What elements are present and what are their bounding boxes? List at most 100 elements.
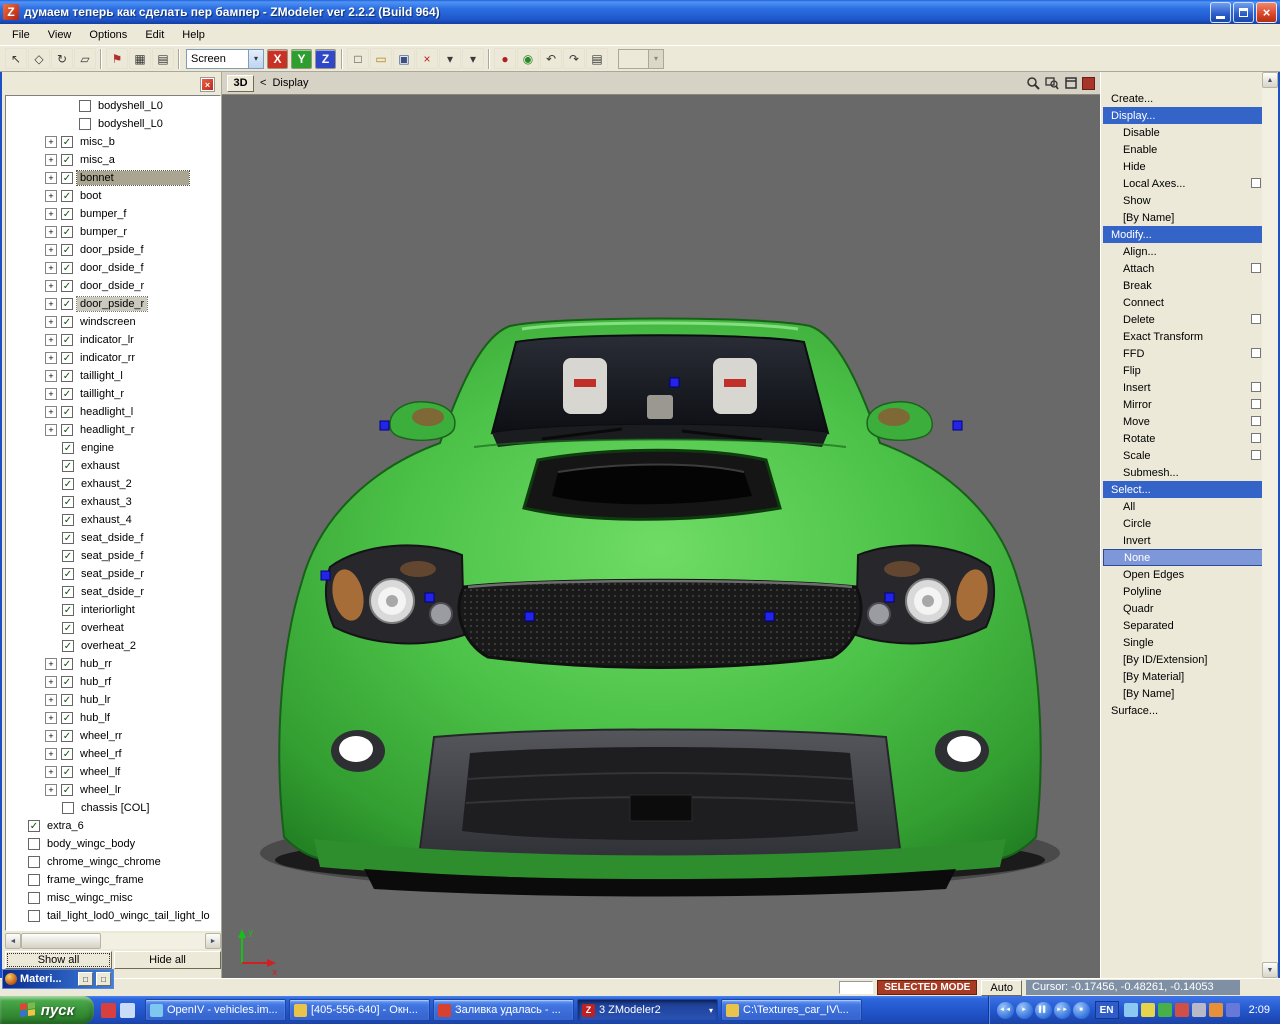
tree-item[interactable]: +✓indicator_lr <box>6 331 220 349</box>
axis-x-button[interactable]: X <box>267 49 288 69</box>
expand-toggle-icon[interactable]: + <box>45 298 57 310</box>
visibility-checkbox[interactable]: ✓ <box>61 154 73 166</box>
tree-item[interactable]: +✓indicator_rr <box>6 349 220 367</box>
visibility-checkbox[interactable]: ✓ <box>61 406 73 418</box>
visibility-checkbox[interactable]: ✓ <box>61 172 73 184</box>
play-icon[interactable]: ► <box>1016 1002 1033 1019</box>
command-checkbox[interactable] <box>1251 450 1261 460</box>
tree-item[interactable]: +✓windscreen <box>6 313 220 331</box>
material-editor-icon[interactable]: ● <box>494 48 516 69</box>
scroll-left-button[interactable]: ◄ <box>5 933 21 949</box>
prev-track-icon[interactable]: ◄◄ <box>997 1002 1014 1019</box>
import-dropdown-icon[interactable]: ▾ <box>439 48 461 69</box>
visibility-checkbox[interactable] <box>28 838 40 850</box>
axis-y-button[interactable]: Y <box>291 49 312 69</box>
vertex-marker[interactable] <box>380 421 389 430</box>
scroll-down-button[interactable]: ▼ <box>1262 962 1278 978</box>
scrollbar-track[interactable] <box>101 933 205 949</box>
tree-item[interactable]: ✓exhaust <box>6 457 220 475</box>
tree-item[interactable]: ✓overheat_2 <box>6 637 220 655</box>
tree-item[interactable]: +✓headlight_r <box>6 421 220 439</box>
panel-close-button[interactable]: × <box>201 78 214 91</box>
command-delete[interactable]: Delete <box>1103 311 1263 328</box>
vertex-marker[interactable] <box>525 612 534 621</box>
tree-item[interactable]: +✓hub_lf <box>6 709 220 727</box>
new-file-icon[interactable]: □ <box>347 48 369 69</box>
command-attach[interactable]: Attach <box>1103 260 1263 277</box>
tree-item[interactable]: +✓misc_a <box>6 151 220 169</box>
vertex-marker[interactable] <box>765 612 774 621</box>
command-align[interactable]: Align... <box>1103 243 1263 260</box>
tree-item[interactable]: ✓seat_dside_r <box>6 583 220 601</box>
layers-icon[interactable]: ▤ <box>152 48 174 69</box>
command-flip[interactable]: Flip <box>1103 362 1263 379</box>
visibility-checkbox[interactable]: ✓ <box>62 568 74 580</box>
expand-toggle-icon[interactable]: + <box>45 154 57 166</box>
tree-item[interactable]: +✓headlight_l <box>6 403 220 421</box>
expand-toggle-icon[interactable]: + <box>45 712 57 724</box>
texture-browser-icon[interactable]: ◉ <box>517 48 539 69</box>
taskbar-button-4[interactable]: Z3 ZModeler2▾ <box>577 999 718 1021</box>
tray-icon-7[interactable] <box>1226 1003 1240 1017</box>
pause-icon[interactable]: ▌▌ <box>1035 1002 1052 1019</box>
visibility-checkbox[interactable] <box>28 856 40 868</box>
command-open-edges[interactable]: Open Edges <box>1103 566 1263 583</box>
command-create[interactable]: Create... <box>1103 90 1263 107</box>
expand-toggle-icon[interactable]: + <box>45 784 57 796</box>
tree-item[interactable]: +✓hub_rr <box>6 655 220 673</box>
expand-toggle-icon[interactable]: + <box>45 352 57 364</box>
visibility-checkbox[interactable]: ✓ <box>62 604 74 616</box>
viewport-3d-tab[interactable]: 3D <box>227 75 254 92</box>
visibility-checkbox[interactable]: ✓ <box>61 262 73 274</box>
taskbar-button-2[interactable]: [405-556-640] - Окн... <box>289 999 430 1021</box>
grid-toggle-icon[interactable]: ▦ <box>129 48 151 69</box>
command-connect[interactable]: Connect <box>1103 294 1263 311</box>
tree-item[interactable]: +✓taillight_l <box>6 367 220 385</box>
tree-item[interactable]: +✓boot <box>6 187 220 205</box>
expand-toggle-icon[interactable]: + <box>45 694 57 706</box>
maximize-button[interactable] <box>1233 2 1254 23</box>
visibility-checkbox[interactable]: ✓ <box>61 226 73 238</box>
command-surface[interactable]: Surface... <box>1103 702 1263 719</box>
visibility-checkbox[interactable]: ✓ <box>62 640 74 652</box>
visibility-checkbox[interactable]: ✓ <box>61 298 73 310</box>
show-all-button[interactable]: Show all <box>5 951 112 969</box>
expand-toggle-icon[interactable]: + <box>45 424 57 436</box>
taskbar-button-1[interactable]: OpenIV - vehicles.im... <box>145 999 286 1021</box>
command-quadr[interactable]: Quadr <box>1103 600 1263 617</box>
start-button[interactable]: пуск <box>0 996 94 1024</box>
visibility-checkbox[interactable]: ✓ <box>61 424 73 436</box>
visibility-checkbox[interactable]: ✓ <box>62 514 74 526</box>
grille[interactable] <box>459 580 861 667</box>
vertex-marker[interactable] <box>425 593 434 602</box>
taskbar-button-3[interactable]: Заливка удалась - ... <box>433 999 574 1021</box>
perspective-view-icon[interactable]: ▱ <box>74 48 96 69</box>
tree-item[interactable]: ✓extra_6 <box>6 817 220 835</box>
expand-toggle-icon[interactable]: + <box>45 226 57 238</box>
command-checkbox[interactable] <box>1251 399 1261 409</box>
minimize-button[interactable] <box>1210 2 1231 23</box>
quicklaunch-browser-icon[interactable] <box>101 1003 116 1018</box>
lasso-tool-icon[interactable]: ◇ <box>28 48 50 69</box>
tree-item[interactable]: +✓bumper_f <box>6 205 220 223</box>
materials-restore-button[interactable]: □ <box>78 972 93 986</box>
scroll-up-button[interactable]: ▲ <box>1262 72 1278 88</box>
tree-item[interactable]: ✓engine <box>6 439 220 457</box>
materials-editor-minimized[interactable]: Materi... □ □ <box>2 969 114 989</box>
tree-item[interactable]: ✓seat_pside_f <box>6 547 220 565</box>
command-by-id-extension[interactable]: [By ID/Extension] <box>1103 651 1263 668</box>
command-hide[interactable]: Hide <box>1103 158 1263 175</box>
visibility-checkbox[interactable]: ✓ <box>61 208 73 220</box>
rotate-view-icon[interactable]: ↻ <box>51 48 73 69</box>
tree-item[interactable]: +✓bonnet <box>6 169 220 187</box>
tree-item[interactable]: ✓exhaust_3 <box>6 493 220 511</box>
command-local-axes[interactable]: Local Axes... <box>1103 175 1263 192</box>
save-file-icon[interactable]: ▣ <box>393 48 415 69</box>
visibility-checkbox[interactable]: ✓ <box>62 622 74 634</box>
command-submesh[interactable]: Submesh... <box>1103 464 1263 481</box>
expand-toggle-icon[interactable]: + <box>45 676 57 688</box>
visibility-checkbox[interactable]: ✓ <box>61 280 73 292</box>
visibility-checkbox[interactable] <box>28 874 40 886</box>
view-config-button[interactable] <box>1082 77 1095 90</box>
visibility-checkbox[interactable]: ✓ <box>61 712 73 724</box>
